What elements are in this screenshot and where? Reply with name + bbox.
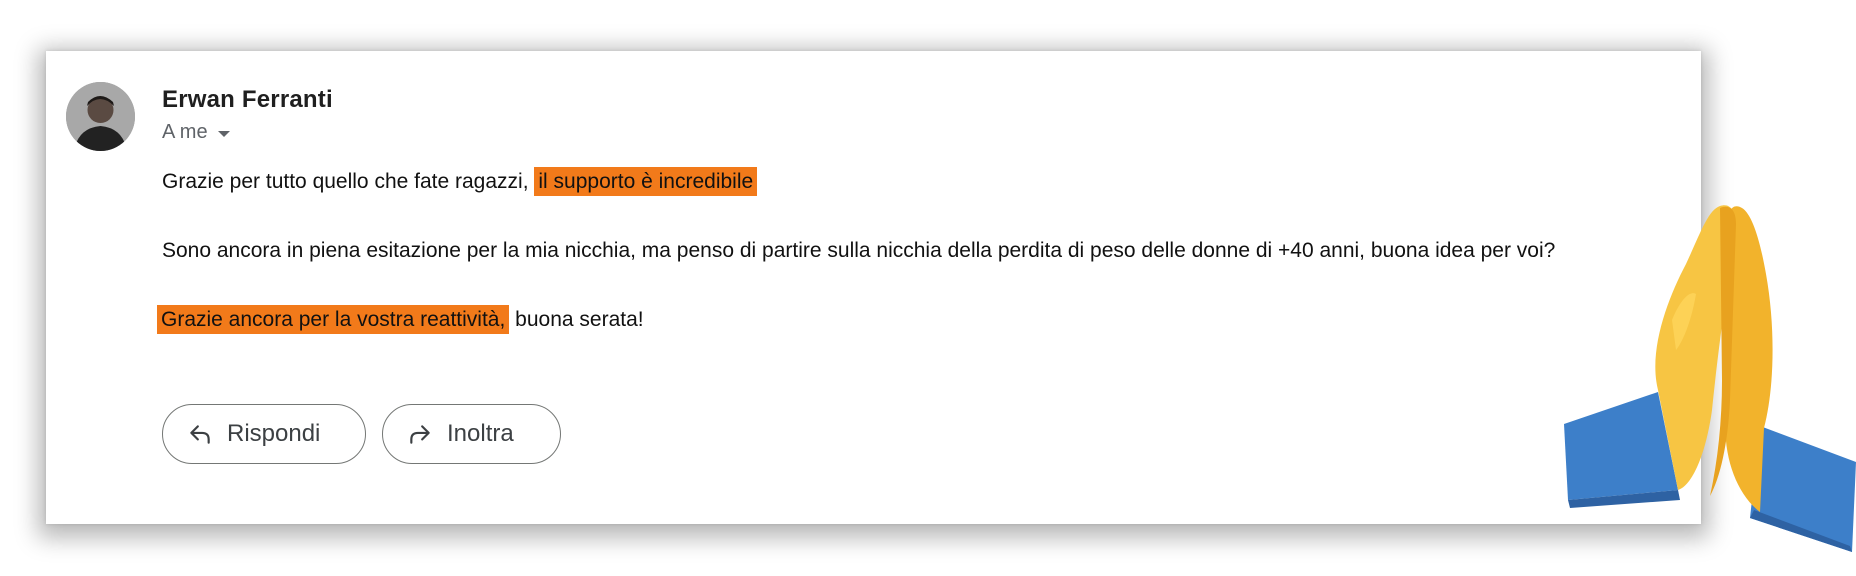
avatar-photo: [66, 82, 135, 151]
recipient-details-toggle[interactable]: A me: [162, 121, 230, 144]
body-line-1: Grazie per tutto quello che fate ragazzi…: [162, 165, 758, 199]
forward-arrow-icon: [407, 421, 433, 447]
highlighted-support-text: il supporto è incredibile: [534, 167, 758, 196]
body-line-4-text: buona serata!: [515, 308, 644, 331]
forward-label: Inoltra: [447, 420, 514, 447]
reply-arrow-icon: [187, 421, 213, 447]
highlighted-thanks-text: Grazie ancora per la vostra reattività,: [157, 305, 510, 334]
email-card: Erwan Ferranti A me Grazie per tutto que…: [46, 51, 1701, 524]
body-paragraph-2: Sono ancora in piena esitazione per la m…: [162, 239, 1556, 262]
recipient-label: A me: [162, 121, 208, 143]
folded-hands-emoji: [1564, 205, 1856, 552]
sender-avatar[interactable]: [66, 82, 135, 151]
body-line-1-text: Grazie per tutto quello che fate ragazzi…: [162, 170, 529, 193]
forward-button[interactable]: Inoltra: [382, 404, 561, 464]
reply-label: Rispondi: [227, 420, 321, 447]
screenshot-stage: Erwan Ferranti A me Grazie per tutto que…: [0, 0, 1856, 576]
sender-name: Erwan Ferranti: [162, 86, 333, 113]
body-line-4: Grazie ancora per la vostra reattività, …: [157, 303, 644, 337]
reply-button[interactable]: Rispondi: [162, 404, 366, 464]
caret-down-icon: [217, 130, 230, 137]
